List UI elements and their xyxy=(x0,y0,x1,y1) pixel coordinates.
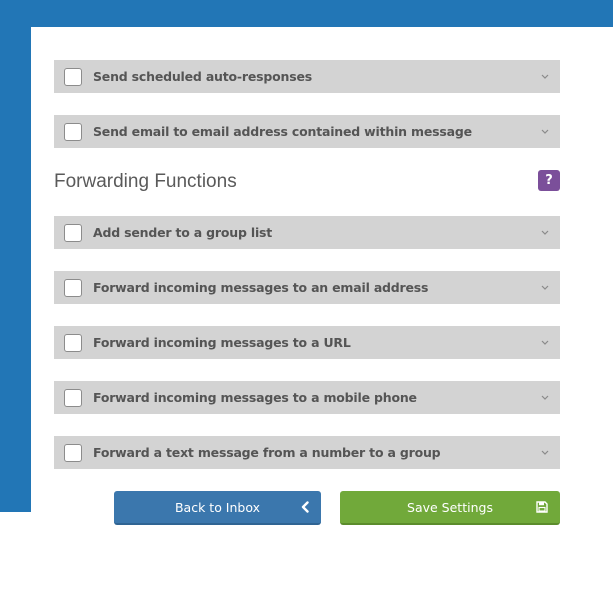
option-label: Forward incoming messages to a mobile ph… xyxy=(93,390,417,405)
chevron-down-icon[interactable] xyxy=(536,74,554,79)
section-title-forwarding: Forwarding Functions xyxy=(54,171,237,192)
option-label: Send email to email address contained wi… xyxy=(93,124,472,139)
back-button-label: Back to Inbox xyxy=(174,499,261,515)
option-label: Add sender to a group list xyxy=(93,225,273,240)
header-bar xyxy=(0,0,613,27)
chevron-down-icon[interactable] xyxy=(536,395,554,400)
option-label: Send scheduled auto-responses xyxy=(93,69,312,84)
option-row-forward-mobile[interactable]: Forward incoming messages to a mobile ph… xyxy=(54,381,560,414)
left-sidebar-strip xyxy=(0,0,31,512)
chevron-down-icon[interactable] xyxy=(536,285,554,290)
checkbox[interactable] xyxy=(64,223,82,242)
checkbox[interactable] xyxy=(64,67,82,86)
chevron-down-icon[interactable] xyxy=(536,340,554,345)
option-row-forward-url[interactable]: Forward incoming messages to a URL xyxy=(54,326,560,359)
option-label: Forward incoming messages to an email ad… xyxy=(93,280,429,295)
option-label: Forward a text message from a number to … xyxy=(93,445,441,460)
checkbox[interactable] xyxy=(64,443,82,462)
checkbox[interactable] xyxy=(64,278,82,297)
checkbox[interactable] xyxy=(64,122,82,141)
chevron-down-icon[interactable] xyxy=(536,230,554,235)
option-row-forward-number-to-group[interactable]: Forward a text message from a number to … xyxy=(54,436,560,469)
option-row-scheduled-autoresponses[interactable]: Send scheduled auto-responses xyxy=(54,60,560,93)
chevron-down-icon[interactable] xyxy=(536,450,554,455)
chevron-left-icon xyxy=(301,491,309,523)
option-label: Forward incoming messages to a URL xyxy=(93,335,351,350)
help-button[interactable]: ? xyxy=(538,170,560,191)
save-button-label: Save Settings xyxy=(407,499,493,515)
save-settings-button[interactable]: Save Settings xyxy=(340,491,560,525)
checkbox[interactable] xyxy=(64,388,82,407)
option-row-add-sender-group[interactable]: Add sender to a group list xyxy=(54,216,560,249)
checkbox[interactable] xyxy=(64,333,82,352)
floppy-disk-icon xyxy=(536,491,548,523)
option-row-send-email-to-address[interactable]: Send email to email address contained wi… xyxy=(54,115,560,148)
back-to-inbox-button[interactable]: Back to Inbox xyxy=(114,491,321,525)
option-row-forward-email[interactable]: Forward incoming messages to an email ad… xyxy=(54,271,560,304)
chevron-down-icon[interactable] xyxy=(536,129,554,134)
